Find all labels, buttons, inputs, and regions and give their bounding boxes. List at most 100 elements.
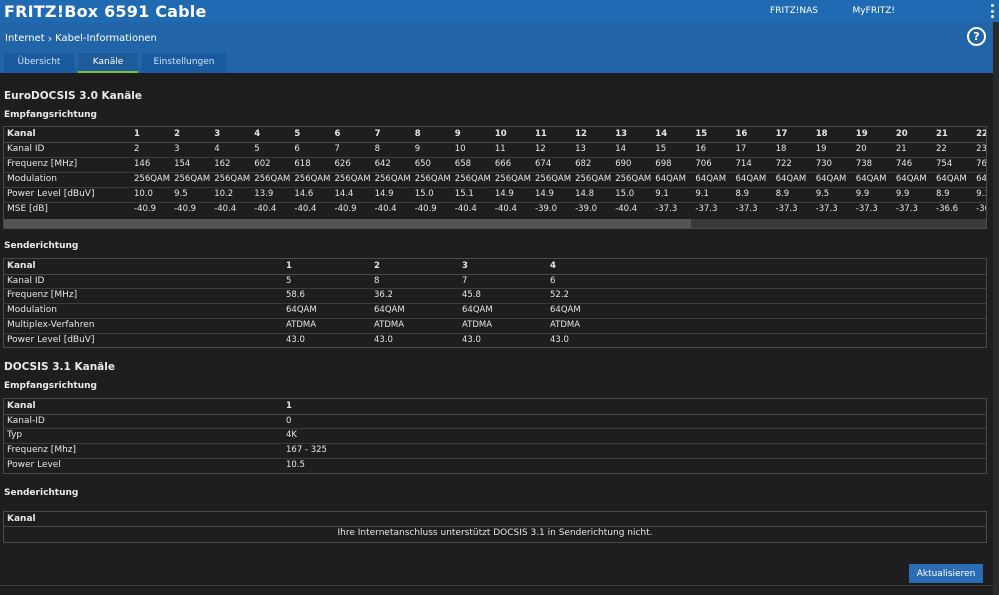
myfritz-link[interactable]: MyFRITZ! [853, 6, 895, 16]
table-cell: -37.3 [775, 204, 798, 214]
table-cell: -40.9 [174, 204, 197, 214]
row-label: Frequenz [MHz] [7, 159, 78, 169]
table-cell: 64QAM [695, 174, 727, 184]
top-bar: FRITZ!Box 6591 Cable FRITZ!NAS MyFRITZ! [0, 0, 999, 22]
table-cell: 15 [655, 144, 667, 154]
table-cell: 642 [374, 159, 391, 169]
table-cell: -40.4 [254, 204, 277, 214]
app-title: FRITZ!Box 6591 Cable [4, 1, 207, 21]
table-cell: 13 [615, 129, 628, 139]
subsection-downstream-31: Empfangsrichtung [4, 381, 97, 391]
table-cell: 22 [976, 129, 987, 139]
table-cell: 64QAM [895, 174, 927, 184]
table-cell: 618 [294, 159, 311, 169]
table-cell: 3 [214, 129, 221, 139]
table-cell: 7 [462, 275, 468, 286]
table-cell: 256QAM [575, 174, 612, 184]
table-cell: 9.9 [895, 189, 910, 199]
table-cell: 20 [895, 129, 908, 139]
table-cell: 256QAM [174, 174, 211, 184]
table-cell: 5 [254, 144, 260, 154]
table-cell: 13 [575, 144, 586, 154]
table-cell: 706 [695, 159, 712, 169]
table-cell: 15 [695, 129, 708, 139]
fritznas-link[interactable]: FRITZ!NAS [770, 6, 818, 16]
tab-bar: Übersicht Kanäle Einstellungen [4, 53, 226, 73]
table-cell: 1 [286, 401, 292, 411]
table-cell: 9.5 [815, 189, 830, 199]
row-label: Kanal ID [7, 275, 45, 286]
breadcrumb-internet[interactable]: Internet [5, 33, 45, 44]
table-row: Kanal 1 [4, 399, 986, 413]
scrollbar-thumb[interactable] [4, 219, 692, 228]
table-cell: 256QAM [494, 174, 531, 184]
table-cell: -40.4 [494, 204, 517, 214]
tab-kanaele[interactable]: Kanäle [78, 53, 138, 73]
table-cell: 15.1 [454, 189, 474, 199]
table-cell: 3 [462, 261, 468, 271]
help-icon[interactable]: ? [967, 27, 986, 46]
table-row: Modulation 256QAM 256QAM 256QAM 256QAM 256QAM… [4, 172, 986, 186]
table-cell: 14.9 [494, 189, 514, 199]
table-cell: 8.9 [735, 189, 750, 199]
table-cell: 7 [334, 144, 340, 154]
table-cell: 682 [575, 159, 592, 169]
table-row: Frequenz [MHz] 146 154 162 602 618 626 642 650 65… [4, 157, 986, 171]
table-row: Kanal ID 2 3 4 5 6 7 8 9 10 11 12 13 14 15 16 17 18 19 20 21… [4, 142, 986, 156]
table-cell: 14.4 [334, 189, 354, 199]
row-label: Frequenz [MHz] [7, 290, 78, 301]
table-cell: 9.1 [695, 189, 709, 199]
table-cell: 64QAM [815, 174, 847, 184]
horizontal-scrollbar[interactable] [4, 219, 986, 228]
table-cell: -40.9 [414, 204, 437, 214]
table-cell: 722 [775, 159, 792, 169]
row-label: Kanal [7, 514, 36, 524]
table-cell: 14 [615, 144, 627, 154]
table-cell: -37.3 [855, 204, 878, 214]
table-cell: 4 [254, 129, 261, 139]
table-cell: 14.6 [294, 189, 314, 199]
table-cell: 22 [936, 144, 947, 154]
table-cell: 9.5 [174, 189, 188, 199]
table-row: Kanal 1 2 3 4 [4, 259, 986, 273]
table-cell: 64QAM [855, 174, 887, 184]
table-row: Multiplex-Verfahren ATDMA ATDMA ATDMA ATDMA [4, 318, 986, 332]
table-cell: 5 [286, 275, 292, 286]
table-cell: 21 [936, 129, 948, 139]
row-label: Kanal [7, 401, 36, 411]
more-menu-icon[interactable] [989, 4, 995, 18]
sub-header: Internet › Kabel-Informationen ? Übersic… [0, 22, 993, 73]
table-cell: 730 [815, 159, 832, 169]
table-cell: ATDMA [550, 319, 581, 330]
row-label: Modulation [7, 174, 57, 184]
row-label: Power Level [dBuV] [7, 334, 95, 345]
table-cell: -39.0 [575, 204, 598, 214]
table-row: Kanal [4, 512, 986, 527]
table-cell: 714 [735, 159, 752, 169]
table-cell: 6 [294, 144, 300, 154]
table-cell: 58.6 [286, 290, 305, 301]
table-cell: 1 [134, 129, 140, 139]
table-cell: 13.9 [254, 189, 274, 199]
table-cell: 650 [414, 159, 431, 169]
upstream-31-table: Kanal Ihre Internetanschluss unterstützt… [3, 511, 987, 543]
downstream-31-table: Kanal 1 Kanal-ID 0 Typ 4K Frequenz [Mhz] 167 - … [3, 398, 987, 474]
table-cell: 8 [374, 275, 380, 286]
table-cell: 9 [454, 129, 461, 139]
table-cell: 5 [294, 129, 301, 139]
table-cell: 6 [334, 129, 341, 139]
table-cell: 256QAM [334, 174, 371, 184]
table-cell: 16 [695, 144, 707, 154]
refresh-button[interactable]: Aktualisieren [909, 564, 983, 583]
section-title-docsis30: EuroDOCSIS 3.0 Kanäle [4, 90, 143, 102]
tab-einstellungen[interactable]: Einstellungen [142, 53, 226, 73]
row-label: Typ [7, 430, 23, 441]
tab-uebersicht[interactable]: Übersicht [4, 53, 74, 73]
table-cell: 19 [815, 144, 827, 154]
table-cell: 11 [494, 144, 506, 154]
table-cell: 1 [286, 261, 292, 271]
table-cell: 64QAM [374, 305, 405, 316]
vertical-scrollbar[interactable] [993, 73, 999, 595]
breadcrumb: Internet › Kabel-Informationen [5, 32, 157, 45]
table-cell: -40.4 [294, 204, 317, 214]
